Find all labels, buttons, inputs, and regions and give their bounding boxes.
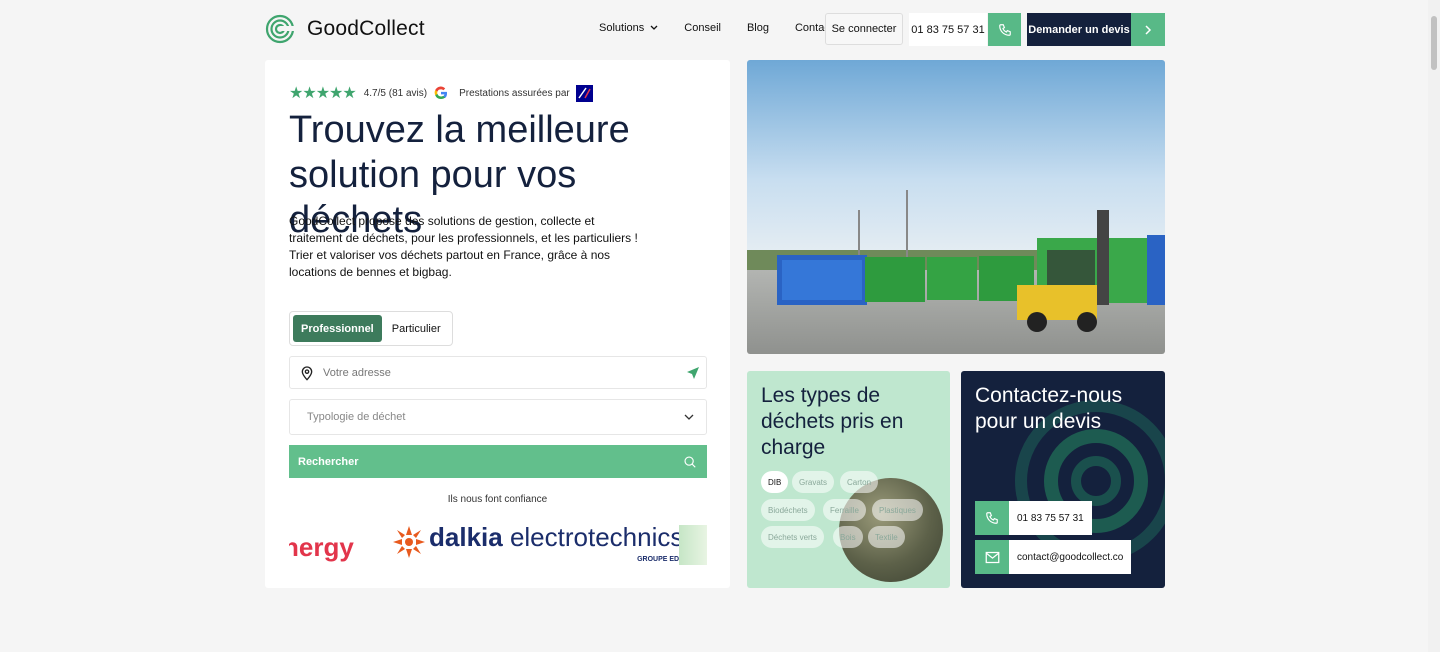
- search-button[interactable]: Rechercher: [289, 445, 707, 478]
- chip-bois[interactable]: Bois: [833, 526, 863, 548]
- partner-logo-partial: [679, 525, 707, 565]
- hero-photo-waste-bins: [747, 60, 1165, 354]
- tab-particulier[interactable]: Particulier: [382, 323, 451, 335]
- nav-blog[interactable]: Blog: [747, 22, 769, 34]
- hero-description: GoodCollect propose des solutions de ges…: [289, 214, 638, 279]
- address-input[interactable]: Votre adresse: [323, 367, 686, 379]
- waste-types-card[interactable]: Les types de déchets pris en charge DIB …: [747, 371, 950, 588]
- chip-biodechets[interactable]: Biodéchets: [761, 499, 815, 521]
- chevron-down-icon: [650, 25, 658, 30]
- brand-logo[interactable]: GoodCollect: [265, 14, 425, 44]
- axa-logo: [575, 84, 593, 102]
- customer-type-toggle: Professionnel Particulier: [289, 311, 453, 346]
- phone-icon: [986, 512, 998, 524]
- dalkia-bold: dalkia: [429, 522, 503, 552]
- search-button-label: Rechercher: [298, 455, 359, 468]
- main-nav: Solutions Conseil Blog Contact: [599, 22, 859, 34]
- contact-phone-number[interactable]: 01 83 75 57 31: [1009, 501, 1092, 535]
- dalkia-subline: GROUPE EDF: [637, 556, 684, 563]
- rating-bar: ★★★★★ 4.7/5 (81 avis) Prestations assuré…: [289, 83, 593, 103]
- map-pin-icon: [301, 365, 313, 381]
- chip-carton[interactable]: Carton: [840, 471, 879, 493]
- rating-text: 4.7/5 (81 avis): [363, 87, 428, 99]
- partner-logo-dalkia: dalkia electrotechnics GROUPE EDF: [389, 522, 684, 563]
- call-button[interactable]: [988, 13, 1021, 46]
- chip-dib[interactable]: DIB: [761, 471, 789, 493]
- trust-label: Ils nous font confiance: [447, 494, 548, 505]
- request-quote-button[interactable]: Demander un devis: [1027, 13, 1131, 46]
- chip-dechets-verts[interactable]: Déchets verts: [761, 526, 824, 548]
- dalkia-rest: electrotechnics: [502, 522, 684, 552]
- dalkia-wordmark: dalkia electrotechnics: [429, 522, 683, 553]
- search-icon: [684, 455, 696, 468]
- nav-solutions[interactable]: Solutions: [599, 22, 658, 34]
- waste-type-select[interactable]: Typologie de déchet: [289, 399, 707, 435]
- dalkia-flame-icon: [393, 526, 425, 558]
- contact-phone-row[interactable]: 01 83 75 57 31: [975, 501, 1092, 535]
- header-phone-number[interactable]: 01 83 75 57 31: [909, 13, 987, 46]
- phone-icon: [998, 23, 1011, 36]
- axa-mark-icon: [578, 87, 591, 98]
- chip-ferraille[interactable]: Ferraille: [823, 499, 866, 521]
- chevron-right-icon: [1145, 24, 1152, 35]
- mail-icon: [985, 551, 999, 563]
- locate-arrow-icon[interactable]: [686, 366, 700, 380]
- address-field[interactable]: Votre adresse: [289, 356, 707, 389]
- site-header: GoodCollect Solutions Conseil Blog Conta…: [0, 0, 1428, 58]
- waste-type-placeholder: Typologie de déchet: [307, 411, 406, 423]
- forklift-containers-image: [747, 60, 1165, 354]
- partner-logos-carousel: nergy dalkia electrotechnics GROUPE EDF: [289, 520, 707, 570]
- request-quote-arrow[interactable]: [1131, 13, 1165, 46]
- hero-card: ★★★★★ 4.7/5 (81 avis) Prestations assuré…: [265, 60, 730, 588]
- contact-email-icon-box: [975, 540, 1009, 574]
- chip-gravats[interactable]: Gravats: [792, 471, 835, 493]
- tab-professionnel[interactable]: Professionnel: [293, 315, 382, 342]
- chip-textile[interactable]: Textile: [868, 526, 905, 548]
- contact-phone-icon-box: [975, 501, 1009, 535]
- partner-logo-energy: nergy: [289, 532, 354, 562]
- contact-email[interactable]: contact@goodcollect.co: [1009, 540, 1132, 574]
- goodcollect-logo-icon: [265, 14, 295, 44]
- google-icon: [434, 86, 448, 100]
- contact-card-title: Contactez-nous pour un devis: [975, 384, 1123, 433]
- nav-conseil[interactable]: Conseil: [684, 22, 721, 34]
- page-scrollbar[interactable]: [1428, 0, 1440, 652]
- contact-email-row[interactable]: contact@goodcollect.co: [975, 540, 1132, 574]
- chip-plastiques[interactable]: Plastiques: [872, 499, 923, 521]
- waste-types-title: Les types de déchets pris en charge: [761, 384, 904, 459]
- insured-by-label: Prestations assurées par: [459, 87, 570, 99]
- rating-stars: ★★★★★: [289, 85, 357, 102]
- login-button[interactable]: Se connecter: [825, 13, 903, 45]
- contact-card: Contactez-nous pour un devis 01 83 75 57…: [961, 371, 1165, 588]
- scrollbar-thumb[interactable]: [1431, 16, 1437, 70]
- chevron-down-icon: [684, 414, 694, 420]
- nav-solutions-label: Solutions: [599, 22, 645, 34]
- brand-name: GoodCollect: [307, 17, 425, 40]
